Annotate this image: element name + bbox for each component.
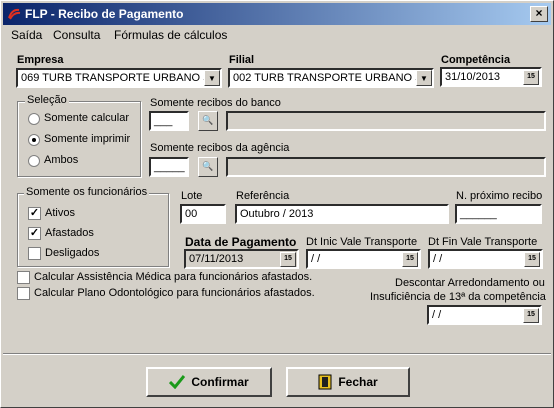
lote-label: Lote (181, 190, 203, 202)
binoculars-icon[interactable]: 🔍 (198, 111, 218, 131)
calendar-icon[interactable]: 15 (523, 70, 539, 85)
dt-fin-vale-label: Dt Fin Vale Transporte (428, 236, 538, 248)
binoculars-icon[interactable]: 🔍 (198, 157, 218, 177)
filial-select[interactable]: 002 TURB TRANSPORTE URBANO S ▼ (228, 68, 434, 88)
calendar-icon[interactable]: 15 (402, 252, 418, 267)
referencia-value: Outubro / 2013 (240, 208, 314, 220)
descontar-label-1: Descontar Arredondamento ou (395, 277, 545, 289)
proximo-recibo-field[interactable]: ______ (455, 204, 542, 224)
confirmar-label: Confirmar (191, 375, 249, 389)
referencia-label: Referência (236, 190, 290, 202)
menu-formulas[interactable]: Fórmulas de cálculos (114, 28, 227, 42)
check-icon (169, 375, 186, 389)
descontar-value: / / (432, 309, 442, 321)
filial-value: 002 TURB TRANSPORTE URBANO S (233, 72, 423, 84)
title-bar[interactable]: FLP - Recibo de Pagamento × (3, 3, 551, 25)
empresa-label: Empresa (17, 54, 64, 66)
proximo-recibo-value: ______ (460, 208, 497, 220)
empresa-value: 069 TURB TRANSPORTE URBANO S (21, 72, 211, 84)
data-pagamento-value: 07/11/2013 (189, 253, 244, 265)
confirmar-button[interactable]: Confirmar (146, 367, 272, 397)
radio-somente-imprimir[interactable] (28, 134, 40, 146)
filial-label: Filial (229, 54, 255, 66)
main-window: FLP - Recibo de Pagamento × Saída Consul… (0, 0, 554, 408)
window-title: FLP - Recibo de Pagamento (25, 7, 184, 21)
separator (3, 353, 551, 355)
lote-field[interactable]: 00 (180, 204, 226, 224)
checkbox-label: Ativos (45, 207, 75, 219)
descontar-label-2: Insuficiência de 13ª da competência (370, 291, 546, 303)
menu-saida[interactable]: Saída (11, 28, 42, 42)
dt-inic-vale-label: Dt Inic Vale Transporte (306, 236, 418, 248)
dt-inic-vale-value: / / (311, 253, 321, 265)
checkbox-plano-odonto[interactable] (17, 287, 30, 300)
calendar-icon[interactable]: 15 (523, 308, 539, 323)
calendar-icon[interactable]: 15 (280, 252, 296, 267)
radio-label: Somente calcular (44, 112, 129, 124)
checkbox-desligados[interactable] (28, 247, 41, 260)
banco-name-field (226, 111, 546, 131)
app-icon (8, 8, 21, 20)
competencia-value: 31/10/2013 (445, 71, 501, 83)
radio-label: Ambos (44, 154, 79, 166)
dt-inic-vale-field[interactable]: / / 15 (306, 249, 421, 269)
chevron-down-icon[interactable]: ▼ (416, 70, 432, 86)
fechar-button[interactable]: Fechar (286, 367, 410, 397)
assist-medica-label: Calcular Assistência Médica para funcion… (34, 271, 313, 283)
empresa-select[interactable]: 069 TURB TRANSPORTE URBANO S ▼ (16, 68, 222, 88)
chevron-down-icon[interactable]: ▼ (204, 70, 220, 86)
checkbox-assist-medica[interactable] (17, 271, 30, 284)
lote-value: 00 (185, 208, 198, 220)
selecao-title: Seleção (25, 94, 69, 106)
menu-consulta[interactable]: Consulta (53, 28, 100, 42)
data-pagamento-field[interactable]: 07/11/2013 15 (184, 249, 299, 269)
close-button[interactable]: × (530, 6, 548, 22)
radio-label: Somente imprimir (44, 133, 131, 145)
radio-ambos[interactable] (28, 155, 40, 167)
agencia-label: Somente recibos da agência (150, 142, 290, 154)
dt-fin-vale-field[interactable]: / / 15 (428, 249, 543, 269)
checkbox-ativos[interactable]: ✓ (28, 207, 41, 220)
agencia-code-field[interactable]: _____ (149, 157, 189, 177)
banco-code-value: ___ (154, 115, 173, 127)
dt-fin-vale-value: / / (433, 253, 443, 265)
agencia-name-field (226, 157, 546, 177)
calendar-icon[interactable]: 15 (524, 252, 540, 267)
banco-code-field[interactable]: ___ (149, 111, 189, 131)
data-pagamento-label: Data de Pagamento (185, 235, 297, 249)
competencia-label: Competência (441, 54, 511, 66)
funcionarios-title: Somente os funcionários (24, 186, 150, 198)
descontar-field[interactable]: / / 15 (427, 305, 542, 325)
plano-odonto-label: Calcular Plano Odontológico para funcion… (34, 287, 315, 299)
competencia-field[interactable]: 31/10/2013 15 (440, 67, 542, 87)
agencia-code-value: _____ (154, 161, 185, 173)
referencia-field[interactable]: Outubro / 2013 (235, 204, 449, 224)
checkbox-label: Afastados (45, 227, 94, 239)
fechar-label: Fechar (338, 375, 378, 389)
menu-bar: Saída Consulta Fórmulas de cálculos (3, 26, 551, 44)
proximo-recibo-label: N. próximo recibo (456, 190, 543, 202)
door-exit-icon (318, 374, 332, 390)
checkbox-afastados[interactable]: ✓ (28, 227, 41, 240)
checkbox-label: Desligados (45, 247, 100, 259)
radio-somente-calcular[interactable] (28, 113, 40, 125)
banco-label: Somente recibos do banco (150, 97, 281, 109)
